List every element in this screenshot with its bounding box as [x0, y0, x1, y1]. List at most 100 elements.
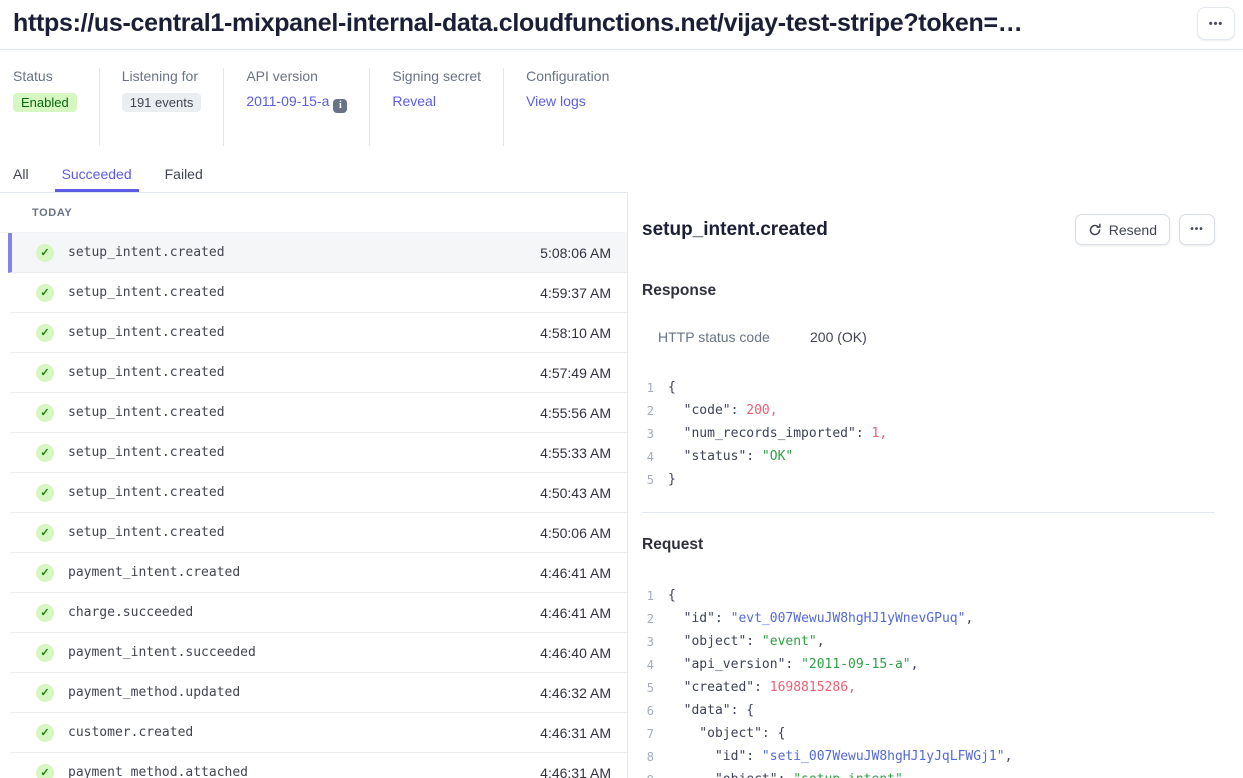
event-time: 4:46:32 AM — [540, 685, 611, 701]
line-number: 9 — [642, 773, 654, 778]
code-line: 9 "object": "setup_intent", — [642, 768, 1215, 778]
status-section-label: Configuration — [526, 68, 609, 84]
line-number: 7 — [642, 727, 654, 741]
success-check-icon: ✓ — [36, 364, 54, 382]
success-check-icon: ✓ — [36, 644, 54, 662]
detail-actions: Resend ••• — [1075, 214, 1215, 245]
status-badge: 191 events — [122, 93, 202, 112]
event-name: setup_intent.created — [68, 285, 225, 300]
event-time: 4:50:43 AM — [540, 485, 611, 501]
status-section-label: Status — [13, 68, 77, 84]
http-status-label: HTTP status code — [658, 329, 810, 345]
event-list-row[interactable]: ✓charge.succeeded4:46:41 AM — [8, 593, 627, 633]
code-line: 6 "data": { — [642, 699, 1215, 722]
success-check-icon: ✓ — [36, 604, 54, 622]
event-list-row[interactable]: ✓ payment_intent.created 4:46:41 AM — [8, 553, 627, 593]
event-name: setup_intent.created — [68, 485, 225, 500]
reveal-link[interactable]: Reveal — [392, 93, 436, 109]
status-section-label: Signing secret — [392, 68, 481, 84]
event-list-row[interactable]: ✓setup_intent.created4:59:37 AM — [8, 273, 627, 313]
line-number: 4 — [642, 658, 654, 672]
detail-overflow-button[interactable]: ••• — [1179, 214, 1215, 245]
tab-all[interactable]: All — [6, 160, 36, 192]
status-section-label: API version — [246, 68, 347, 84]
code-line: 1{ — [642, 584, 1215, 607]
success-check-icon: ✓ — [36, 444, 54, 462]
success-check-icon: ✓ — [36, 324, 54, 342]
event-group-header: TODAY — [0, 193, 627, 233]
event-time: 4:58:10 AM — [540, 325, 611, 341]
success-check-icon: ✓ — [36, 764, 54, 778]
event-name: customer.created — [68, 725, 193, 740]
http-status-row: HTTP status code200 (OK) — [658, 329, 1215, 345]
success-check-icon: ✓ — [36, 724, 54, 742]
event-list-panel: TODAY ✓setup_intent.created5:08:06 AM✓se… — [0, 192, 628, 778]
line-number: 3 — [642, 635, 654, 649]
event-list-row[interactable]: ✓ setup_intent.created 4:50:43 AM — [8, 473, 627, 513]
object-id-link[interactable]: "evt_007WewuJW8hgHJ1yWnevGPuq" — [731, 611, 966, 626]
event-list-row[interactable]: ✓ setup_intent.created 4:57:49 AM — [8, 353, 627, 393]
event-name: setup_intent.created — [68, 365, 225, 380]
line-number: 6 — [642, 704, 654, 718]
main-content: TODAY ✓setup_intent.created5:08:06 AM✓se… — [0, 192, 1243, 778]
event-list-row[interactable]: ✓customer.created4:46:31 AM — [8, 713, 627, 753]
event-time: 4:57:49 AM — [540, 365, 611, 381]
event-list-row[interactable]: ✓setup_intent.created4:55:33 AM — [8, 433, 627, 473]
event-name: charge.succeeded — [68, 605, 193, 620]
response-code-block: 1{2 "code": 200,3 "num_records_imported"… — [642, 376, 1215, 491]
event-name: payment_method.attached — [68, 765, 248, 778]
event-name: setup_intent.created — [68, 445, 225, 460]
info-icon[interactable]: i — [333, 99, 347, 113]
event-list-row[interactable]: ✓setup_intent.created4:50:06 AM — [8, 513, 627, 553]
event-list-row[interactable]: ✓setup_intent.created4:55:56 AM — [8, 393, 627, 433]
endpoint-url-title: https://us-central1-mixpanel-internal-da… — [13, 9, 1189, 38]
tab-failed[interactable]: Failed — [158, 160, 210, 192]
event-list-row[interactable]: ✓ payment_method.updated 4:46:32 AM — [8, 673, 627, 713]
line-number: 8 — [642, 750, 654, 764]
resend-button[interactable]: Resend — [1075, 214, 1170, 245]
refresh-icon — [1088, 223, 1102, 237]
event-name: setup_intent.created — [68, 405, 225, 420]
success-check-icon: ✓ — [36, 564, 54, 582]
event-name: setup_intent.created — [68, 325, 225, 340]
event-time: 4:46:41 AM — [540, 565, 611, 581]
resend-button-label: Resend — [1109, 222, 1157, 238]
line-number: 5 — [642, 681, 654, 695]
status-section-api-version: API version 2011-09-15-ai — [246, 68, 370, 146]
event-name: payment_method.updated — [68, 685, 240, 700]
line-number: 4 — [642, 450, 654, 464]
filter-tabs: All Succeeded Failed — [0, 160, 1243, 192]
event-list: ✓setup_intent.created5:08:06 AM✓setup_in… — [0, 233, 627, 778]
event-name: payment_intent.created — [68, 565, 240, 580]
code-line: 7 "object": { — [642, 722, 1215, 745]
request-code-block: 1{2 "id": "evt_007WewuJW8hgHJ1yWnevGPuq"… — [642, 584, 1215, 778]
event-list-row[interactable]: ✓ setup_intent.created 4:58:10 AM — [8, 313, 627, 353]
event-time: 4:46:31 AM — [540, 765, 611, 778]
detail-header: setup_intent.created Resend ••• — [642, 214, 1215, 245]
code-line: 4 "api_version": "2011-09-15-a", — [642, 653, 1215, 676]
request-heading: Request — [642, 536, 1215, 554]
success-check-icon: ✓ — [36, 684, 54, 702]
status-bar: StatusEnabledListening for191 eventsAPI … — [0, 50, 1243, 146]
event-detail-panel: setup_intent.created Resend ••• Response… — [628, 192, 1243, 778]
status-section-listening-for: Listening for191 events — [122, 68, 225, 146]
status-section-configuration: Configuration View logs — [526, 68, 631, 146]
code-line: 2 "code": 200, — [642, 399, 1215, 422]
success-check-icon: ✓ — [36, 484, 54, 502]
event-name: setup_intent.created — [68, 245, 225, 260]
header-overflow-button[interactable]: ••• — [1197, 7, 1235, 40]
view-logs-link[interactable]: View logs — [526, 93, 586, 109]
code-line: 8 "id": "seti_007WewuJW8hgHJ1yJqLFWGj1", — [642, 745, 1215, 768]
event-list-row[interactable]: ✓payment_intent.succeeded4:46:40 AM — [8, 633, 627, 673]
success-check-icon: ✓ — [36, 404, 54, 422]
code-line: 3 "object": "event", — [642, 630, 1215, 653]
line-number: 2 — [642, 404, 654, 418]
event-list-row[interactable]: ✓setup_intent.created5:08:06 AM — [8, 233, 627, 273]
line-number: 5 — [642, 473, 654, 487]
object-id-link[interactable]: "seti_007WewuJW8hgHJ1yJqLFWGj1" — [762, 749, 1005, 764]
line-number: 3 — [642, 427, 654, 441]
2011-09-15-a-link[interactable]: 2011-09-15-ai — [246, 93, 347, 109]
event-name: setup_intent.created — [68, 525, 225, 540]
event-list-row[interactable]: ✓ payment_method.attached 4:46:31 AM — [8, 753, 627, 778]
tab-succeeded[interactable]: Succeeded — [55, 160, 139, 192]
